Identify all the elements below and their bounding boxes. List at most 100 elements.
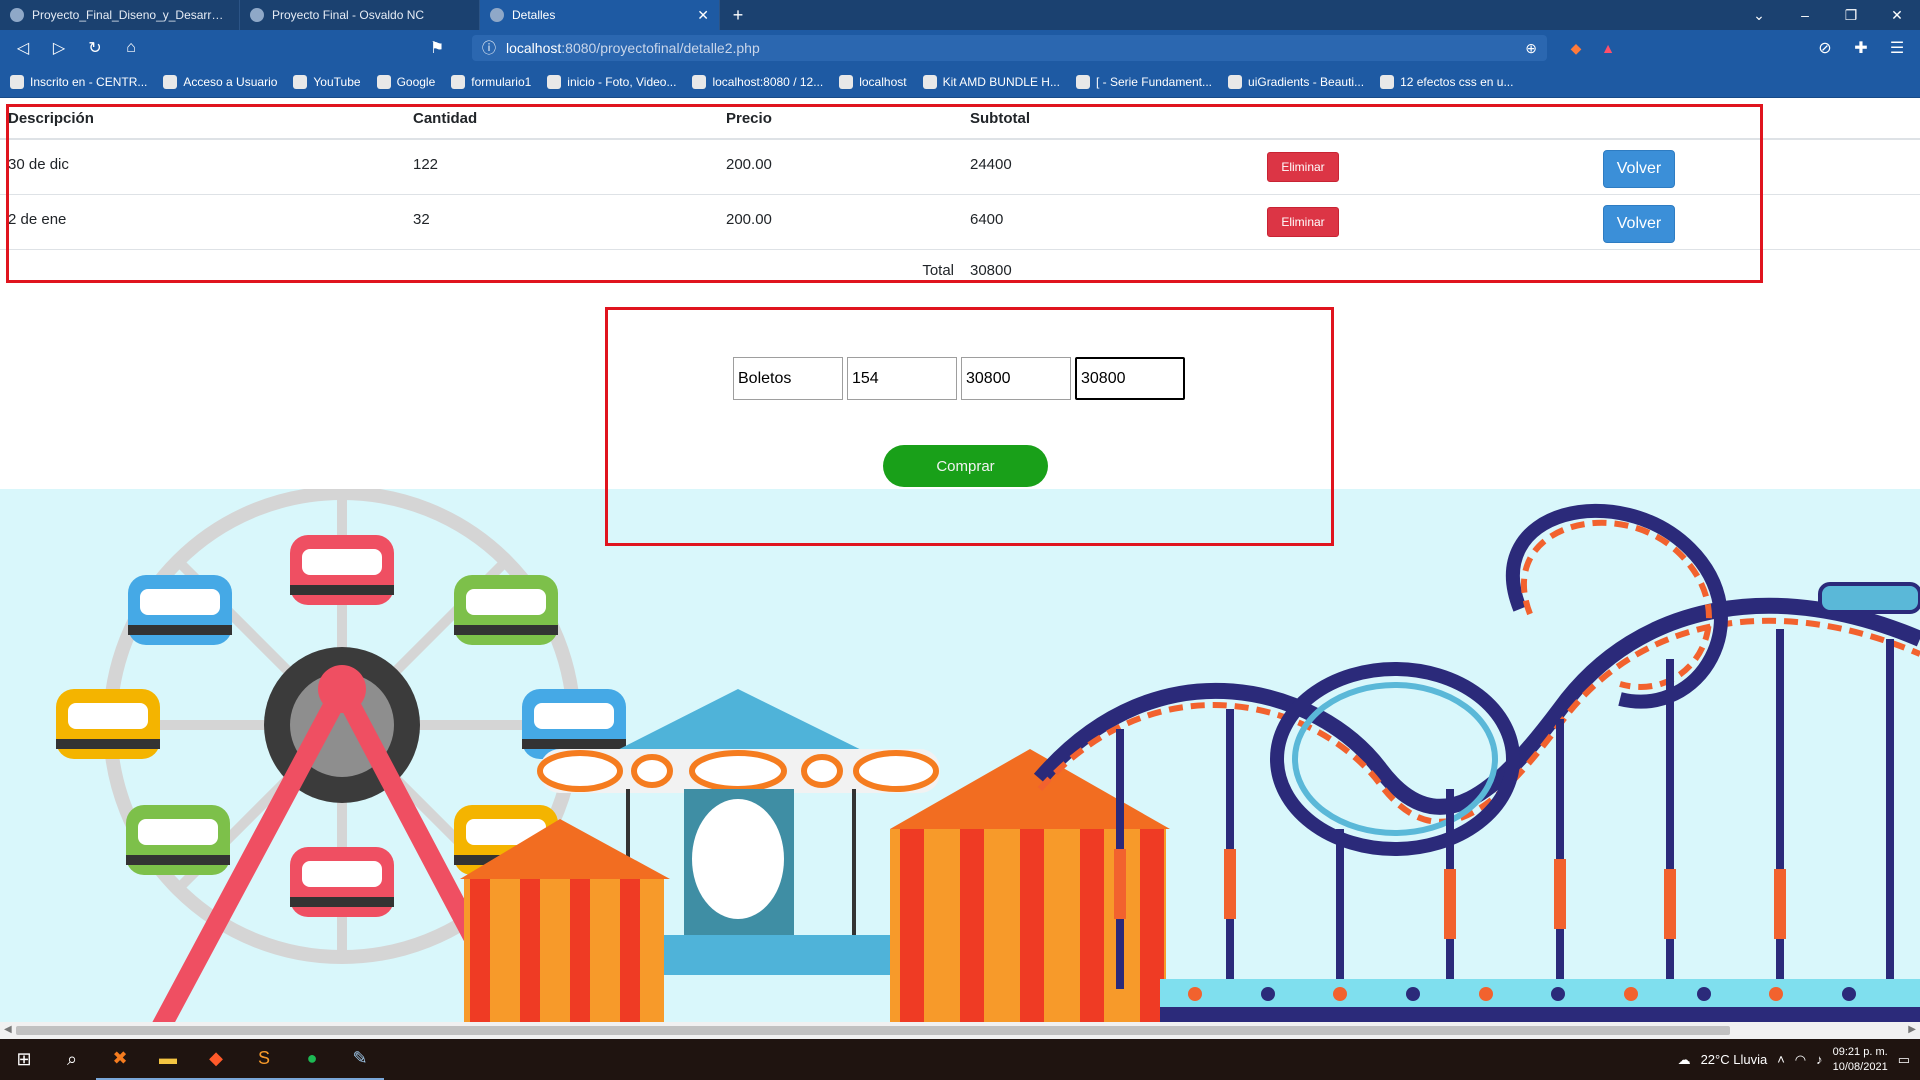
- bookmark-favicon-icon: [376, 74, 391, 89]
- close-window-icon[interactable]: ✕: [1874, 0, 1920, 30]
- cell-cantidad: 122: [405, 139, 718, 195]
- zoom-icon[interactable]: ⊕: [1525, 40, 1537, 57]
- forward-icon[interactable]: ▷: [44, 34, 74, 62]
- purchase-form: [733, 357, 1185, 400]
- bookmark-label: Acceso a Usuario: [183, 74, 278, 89]
- close-tab-icon[interactable]: ✕: [697, 7, 709, 24]
- bookmark-item[interactable]: inicio - Foto, Video...: [547, 74, 676, 89]
- browser-toolbar: ◁ ▷ ↻ ⌂ ⚑ ⓘ localhost:8080/proyectofinal…: [0, 30, 1920, 66]
- header-empty: [1595, 98, 1920, 140]
- home-icon[interactable]: ⌂: [116, 34, 146, 62]
- clock-time: 09:21 p. m.: [1832, 1045, 1888, 1058]
- windows-start-icon[interactable]: ⊞: [0, 1039, 48, 1080]
- bookmark-label: localhost: [859, 74, 907, 89]
- bookmark-favicon-icon: [547, 74, 562, 89]
- network-icon[interactable]: ◠: [1795, 1052, 1806, 1068]
- table-header-row: Descripción Cantidad Precio Subtotal: [0, 98, 1920, 140]
- menu-icon[interactable]: ☰: [1882, 38, 1912, 58]
- bookmark-label: [ - Serie Fundament...: [1095, 74, 1213, 89]
- bookmark-item[interactable]: Kit AMD BUNDLE H...: [922, 74, 1060, 89]
- minimize-icon[interactable]: –: [1782, 0, 1828, 30]
- cell-precio: 200.00: [718, 139, 962, 195]
- details-table: Descripción Cantidad Precio Subtotal 30 …: [0, 98, 1920, 287]
- extensions-icon[interactable]: ✚: [1846, 38, 1876, 58]
- browser-tab-strip: Proyecto_Final_Diseno_y_Desarrollo_C Pro…: [0, 0, 1920, 30]
- amusement-park-illustration: [0, 489, 1920, 1022]
- producto-input[interactable]: [733, 357, 843, 400]
- brave-rewards-icon[interactable]: ▲: [1595, 36, 1621, 60]
- weather-icon[interactable]: ☁: [1678, 1052, 1691, 1068]
- bookmark-item[interactable]: Inscrito en - CENTR...: [10, 74, 147, 89]
- bookmark-label: Google: [396, 74, 436, 89]
- header-descripcion: Descripción: [0, 98, 405, 140]
- bookmark-item[interactable]: Google: [376, 74, 436, 89]
- volume-icon[interactable]: ♪: [1816, 1052, 1823, 1067]
- header-empty: [1259, 98, 1595, 140]
- cantidad-input[interactable]: [847, 357, 957, 400]
- sync-icon[interactable]: ⊘: [1810, 38, 1840, 58]
- cell-actions: Eliminar: [1259, 194, 1595, 250]
- cell-descripcion: 30 de dic: [0, 139, 405, 195]
- back-button[interactable]: Volver: [1603, 204, 1675, 243]
- bookmark-item[interactable]: uiGradients - Beauti...: [1228, 74, 1364, 89]
- bookmarks-bar: Inscrito en - CENTR... Acceso a Usuario Yo…: [0, 66, 1920, 98]
- cell-actions: Eliminar: [1259, 139, 1595, 195]
- total-input[interactable]: [1075, 357, 1185, 400]
- paint-icon[interactable]: ✎: [336, 1039, 384, 1080]
- site-info-icon[interactable]: ⓘ: [482, 38, 496, 58]
- total-row: Total 30800: [0, 249, 1920, 287]
- cell-cantidad: 32: [405, 194, 718, 250]
- tab-label: Proyecto_Final_Diseno_y_Desarrollo_C: [32, 8, 229, 22]
- tab-favicon-icon: [10, 8, 24, 22]
- clock[interactable]: 09:21 p. m. 10/08/2021: [1833, 1045, 1888, 1075]
- bookmark-item[interactable]: localhost:8080 / 12...: [692, 74, 823, 89]
- brave-shields-icon[interactable]: ◆: [1563, 36, 1589, 60]
- cell-precio: 200.00: [718, 194, 962, 250]
- browser-extensions: ◆ ▲: [1563, 36, 1621, 60]
- scroll-right-icon[interactable]: ▶: [1908, 1024, 1916, 1035]
- back-icon[interactable]: ◁: [8, 34, 38, 62]
- tab-proyecto-final-diseno[interactable]: Proyecto_Final_Diseno_y_Desarrollo_C: [0, 0, 240, 30]
- xampp-icon[interactable]: ✖: [96, 1039, 144, 1080]
- bookmark-item[interactable]: Acceso a Usuario: [163, 74, 278, 89]
- profile-menu-icon[interactable]: ⌄: [1736, 0, 1782, 30]
- delete-button[interactable]: Eliminar: [1267, 152, 1339, 182]
- tab-detalles[interactable]: Detalles ✕: [480, 0, 720, 30]
- subtotal-input[interactable]: [961, 357, 1071, 400]
- purchase-panel: [605, 307, 1334, 546]
- horizontal-scrollbar[interactable]: ◀ ▶: [0, 1022, 1920, 1039]
- reload-icon[interactable]: ↻: [80, 34, 110, 62]
- scrollbar-thumb[interactable]: [16, 1026, 1730, 1035]
- window-controls: ⌄ – ❐ ✕: [1736, 0, 1920, 30]
- tab-proyecto-final-osvaldo[interactable]: Proyecto Final - Osvaldo NC: [240, 0, 480, 30]
- tab-label: Proyecto Final - Osvaldo NC: [272, 8, 425, 22]
- search-icon[interactable]: ⌕: [48, 1039, 96, 1080]
- bookmark-item[interactable]: localhost: [839, 74, 907, 89]
- file-explorer-icon[interactable]: ▬: [144, 1039, 192, 1080]
- comprar-button[interactable]: Comprar: [883, 445, 1048, 487]
- bookmark-item[interactable]: [ - Serie Fundament...: [1075, 74, 1213, 89]
- sublime-text-icon[interactable]: S: [240, 1039, 288, 1080]
- delete-button[interactable]: Eliminar: [1267, 206, 1339, 237]
- bookmark-item[interactable]: YouTube: [293, 74, 361, 89]
- table-row: 2 de ene 32 200.00 6400 Eliminar Volver: [0, 194, 1920, 250]
- header-precio: Precio: [718, 98, 962, 140]
- bookmark-icon[interactable]: ⚑: [422, 34, 452, 62]
- bookmark-item[interactable]: formulario1: [451, 74, 531, 89]
- new-tab-button[interactable]: +: [720, 0, 756, 30]
- spotify-icon[interactable]: ●: [288, 1039, 336, 1080]
- weather-text[interactable]: 22°C Lluvia: [1701, 1052, 1768, 1067]
- brave-browser-icon[interactable]: ◆: [192, 1039, 240, 1080]
- address-bar[interactable]: ⓘ localhost:8080/proyectofinal/detalle2.…: [472, 35, 1547, 61]
- bookmark-favicon-icon: [10, 74, 24, 89]
- bookmark-favicon-icon: [293, 74, 308, 89]
- system-tray: ☁ 22°C Lluvia ˄ ◠ ♪ 09:21 p. m. 10/08/20…: [1678, 1045, 1920, 1075]
- restore-icon[interactable]: ❐: [1828, 0, 1874, 30]
- back-button[interactable]: Volver: [1603, 150, 1675, 188]
- bookmark-item[interactable]: 12 efectos css en u...: [1380, 74, 1513, 89]
- scroll-left-icon[interactable]: ◀: [4, 1024, 12, 1035]
- tab-label: Detalles: [512, 8, 556, 22]
- browser-menu-area: ⊘ ✚ ☰: [1810, 38, 1912, 58]
- chevron-up-icon[interactable]: ˄: [1777, 1052, 1785, 1067]
- notifications-icon[interactable]: ▭: [1898, 1052, 1910, 1068]
